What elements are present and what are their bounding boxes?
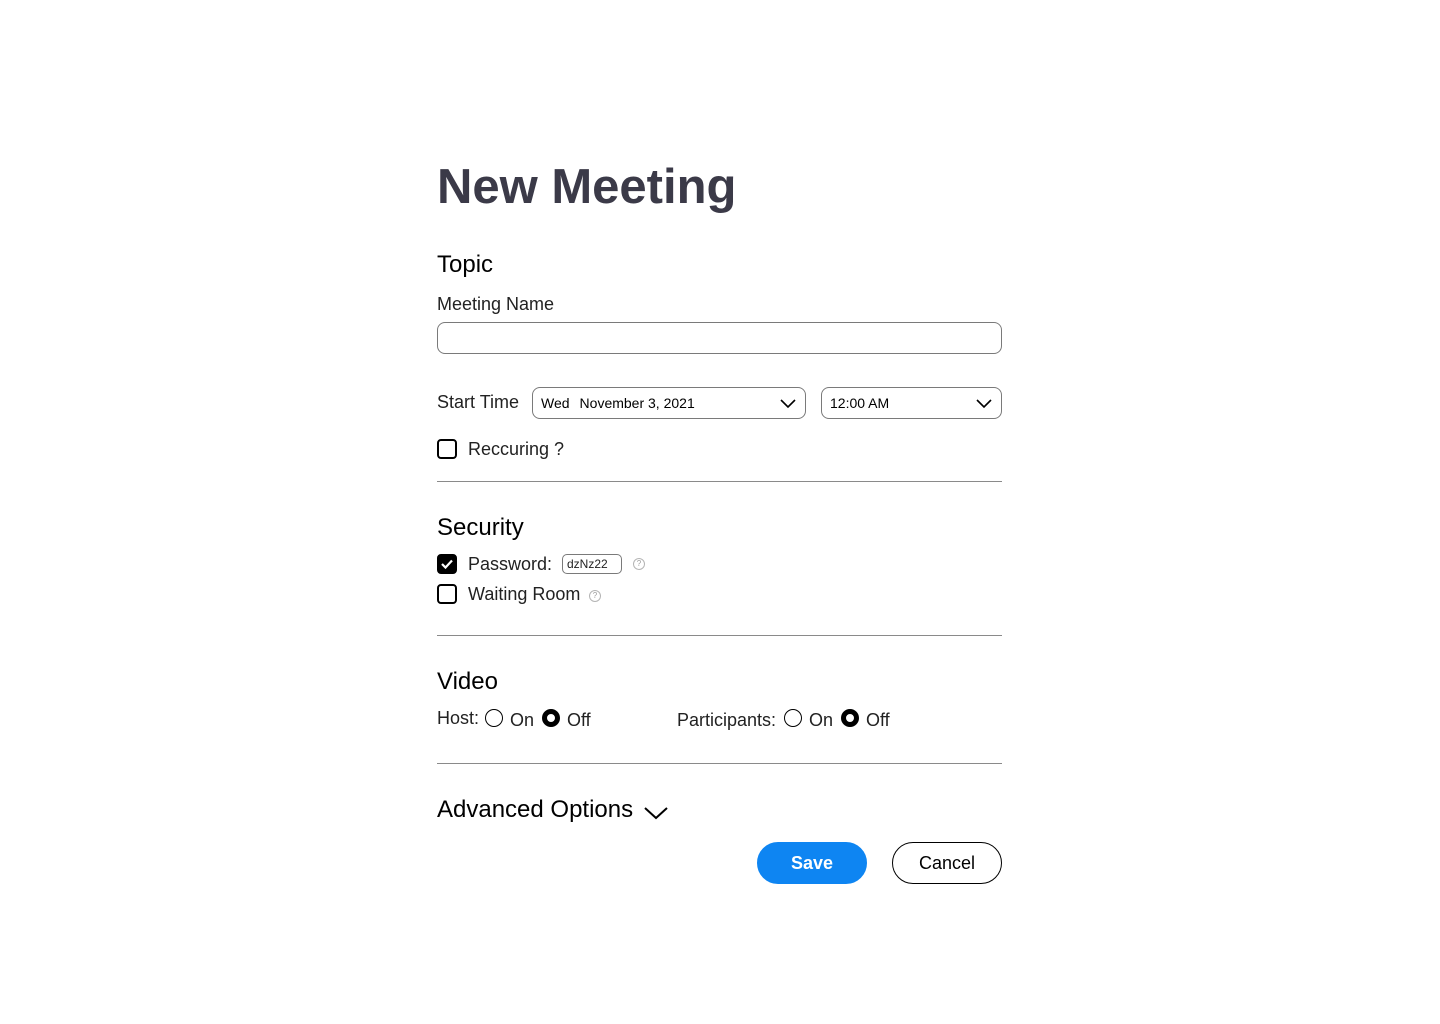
waiting-room-label: Waiting Room bbox=[468, 584, 581, 604]
date-select[interactable]: Wed November 3, 2021 bbox=[532, 387, 806, 419]
participants-label: Participants: bbox=[677, 710, 777, 730]
video-heading: Video bbox=[437, 668, 498, 695]
host-on-radio[interactable] bbox=[485, 709, 503, 727]
time-value: 12:00 AM bbox=[830, 395, 890, 411]
password-field[interactable]: dzNz22 bbox=[562, 554, 622, 574]
meeting-name-label: Meeting Name bbox=[437, 294, 555, 314]
advanced-options-toggle[interactable]: Advanced Options bbox=[437, 795, 677, 827]
participants-on-radio[interactable] bbox=[784, 709, 802, 727]
advanced-options-label: Advanced Options bbox=[437, 796, 634, 823]
cancel-button[interactable]: Cancel bbox=[892, 842, 1002, 884]
new-meeting-form: New Meeting Topic Meeting Name Start Tim… bbox=[437, 0, 1002, 1024]
meeting-name-input[interactable] bbox=[437, 322, 1002, 354]
host-off-label: Off bbox=[567, 710, 591, 730]
divider bbox=[437, 481, 1002, 482]
password-checkbox[interactable] bbox=[437, 554, 457, 574]
checkmark-icon bbox=[441, 559, 453, 570]
participants-off-radio[interactable] bbox=[841, 709, 859, 727]
divider bbox=[437, 763, 1002, 764]
chevron-down-icon bbox=[644, 807, 668, 820]
divider bbox=[437, 635, 1002, 636]
topic-heading: Topic bbox=[437, 251, 494, 278]
participants-on-label: On bbox=[809, 710, 834, 730]
participants-off-label: Off bbox=[866, 710, 890, 730]
time-select[interactable]: 12:00 AM bbox=[821, 387, 1002, 419]
waiting-room-checkbox[interactable] bbox=[437, 584, 457, 604]
security-heading: Security bbox=[437, 514, 524, 541]
host-off-radio[interactable] bbox=[542, 709, 560, 727]
date-day: Wed bbox=[541, 395, 570, 411]
page-title: New Meeting bbox=[437, 160, 737, 214]
help-circle-icon[interactable]: ? bbox=[589, 590, 601, 602]
host-label: Host: bbox=[437, 708, 480, 728]
recurring-label: Reccuring ? bbox=[468, 439, 565, 459]
start-time-label: Start Time bbox=[437, 392, 520, 412]
chevron-down-icon bbox=[780, 399, 796, 409]
chevron-down-icon bbox=[976, 399, 992, 409]
help-circle-icon[interactable]: ? bbox=[633, 558, 645, 570]
save-button[interactable]: Save bbox=[757, 842, 867, 884]
password-label: Password: bbox=[468, 554, 553, 574]
host-on-label: On bbox=[510, 710, 535, 730]
recurring-checkbox[interactable] bbox=[437, 439, 457, 459]
date-value: November 3, 2021 bbox=[579, 395, 695, 411]
